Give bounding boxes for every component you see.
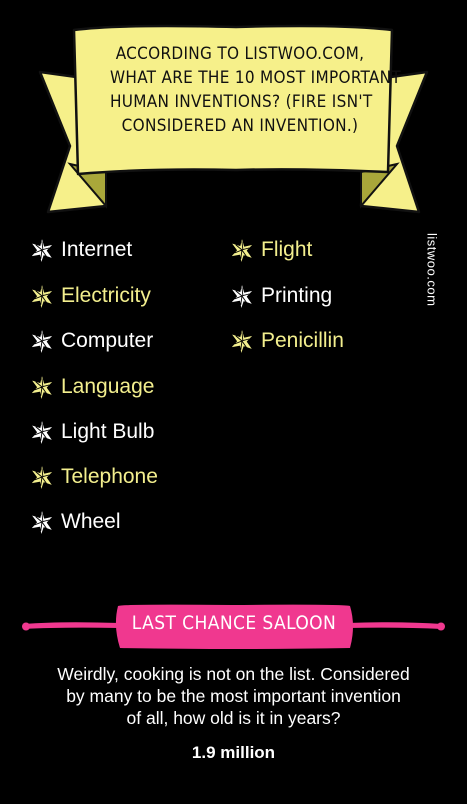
banner-line: human inventions? (Fire isn't <box>110 92 373 112</box>
saloon-right-dot <box>437 622 445 631</box>
cooking-question: Weirdly, cooking is not on the list. Con… <box>18 663 449 729</box>
star-icon <box>228 327 256 355</box>
invention-label: Internet <box>61 238 133 261</box>
question-line: of all, how old is it in years? <box>126 708 341 728</box>
invention-label: Telephone <box>61 465 158 488</box>
list-item: Light Bulb <box>28 417 154 447</box>
invention-label: Wheel <box>61 510 121 533</box>
saloon-label: Last Chance Saloon <box>131 612 337 634</box>
star-icon <box>228 282 256 310</box>
invention-label: Penicillin <box>261 329 344 352</box>
invention-label: Light Bulb <box>61 420 155 443</box>
star-icon <box>28 418 56 446</box>
list-item: Telephone <box>28 462 158 492</box>
list-item: Electricity <box>28 281 151 311</box>
question-line: Weirdly, cooking is not on the list. Con… <box>57 664 410 684</box>
banner-question: According to listwoo.com, what are the 1… <box>110 42 401 138</box>
source-credit: listwoo.com <box>420 233 444 323</box>
invention-label: Electricity <box>61 284 151 307</box>
star-icon <box>28 236 56 264</box>
invention-label: Printing <box>261 284 333 307</box>
answer-text: 1.9 million <box>191 743 276 762</box>
question-line: by many to be the most important inventi… <box>66 686 401 706</box>
invention-label: Computer <box>61 329 154 352</box>
list-item: Computer <box>28 326 153 356</box>
list-item: Wheel <box>28 507 121 537</box>
list-item: Flight <box>228 235 312 265</box>
saloon-left-dot <box>22 622 30 631</box>
list-item: Internet <box>28 235 132 265</box>
saloon-left-line <box>24 622 120 629</box>
list-item: Language <box>28 372 154 402</box>
banner-line: what are the 10 most important <box>110 68 401 88</box>
saloon-right-line <box>347 622 442 629</box>
star-icon <box>28 282 56 310</box>
star-icon <box>28 508 56 536</box>
banner-line: According to listwoo.com, <box>115 44 365 64</box>
star-icon <box>28 327 56 355</box>
banner-line: considered an invention.) <box>121 116 359 136</box>
invention-label: Language <box>61 375 155 398</box>
invention-label: Flight <box>261 238 313 261</box>
list-item: Penicillin <box>228 326 344 356</box>
source-credit-text: listwoo.com <box>424 233 440 307</box>
star-icon <box>28 373 56 401</box>
star-icon <box>28 463 56 491</box>
list-item: Printing <box>228 281 332 311</box>
star-icon <box>228 236 256 264</box>
